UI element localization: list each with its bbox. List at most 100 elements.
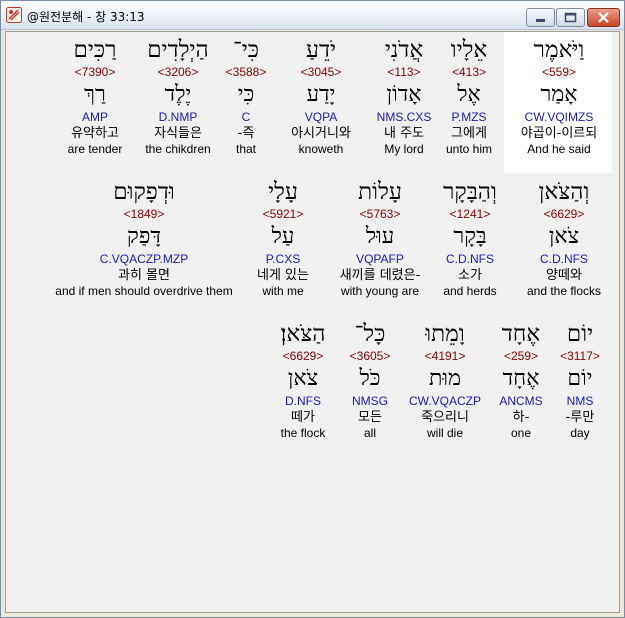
hebrew-word: אֲדֹנִי: [384, 37, 424, 63]
english-gloss: will die: [426, 426, 464, 440]
lemma-word: כִּי: [237, 82, 255, 107]
strong-number[interactable]: <3117>: [560, 348, 600, 364]
word-card[interactable]: הַצֹּאן׃ <6629> צֹאן D.NFS 떼가 the flock: [281, 320, 326, 441]
word-card[interactable]: יֹדֵעַ <3045> יָדַע VQPA 아시거니와 knoweth: [291, 36, 351, 157]
word-card[interactable]: עָלוֹת <5763> עוּל VQPAFP 새끼를 데렸은-with young…: [340, 178, 421, 299]
korean-gloss: 그에게: [451, 126, 487, 141]
english-gloss: and if men should overdrive them: [55, 284, 233, 298]
word-card[interactable]: יוֹם <3117> יוֹם NMS -루만 day: [560, 320, 600, 441]
korean-gloss: -즉: [237, 126, 255, 141]
word-card[interactable]: אֵלָיו <413> אֶל P.MZS 그에게 unto him: [446, 36, 492, 157]
morphology-code: VQPAFP: [356, 252, 404, 266]
hebrew-word: הַיְלָדִים: [147, 37, 209, 63]
hebrew-word: יֹדֵעַ: [305, 37, 337, 63]
strong-number[interactable]: <7390>: [68, 64, 123, 80]
lemma-word: עַל: [271, 224, 295, 249]
title-bar[interactable]: @원전분해 - 창 33:13: [1, 1, 624, 30]
lemma-word: אָמַר: [540, 82, 578, 107]
strong-number[interactable]: <4191>: [409, 348, 481, 364]
strong-number[interactable]: <3045>: [291, 64, 351, 80]
strong-number[interactable]: <1849>: [55, 206, 232, 222]
lemma-word: מוּת: [428, 366, 462, 391]
korean-gloss: 아시거니와: [291, 126, 351, 141]
hebrew-word: וַיֹּאמֶר: [533, 37, 585, 63]
hebrew-word: יוֹם: [566, 321, 594, 347]
word-card[interactable]: וּדְפָקוּם <1849> דָּפַק C.VQACZP.MZP 과히 몰면 a…: [55, 178, 232, 299]
english-gloss: And he said: [527, 142, 591, 156]
korean-gloss: 소가: [458, 268, 482, 283]
lemma-word: אֶל: [457, 82, 481, 107]
window-title: @원전분해 - 창 33:13: [27, 10, 145, 24]
word-card[interactable]: רַכִּים <7390> רַךְ AMP 유약하고 are tender: [68, 36, 123, 157]
morphology-code: NMSG: [352, 394, 388, 408]
close-button[interactable]: [587, 8, 620, 27]
strong-number[interactable]: <3588>: [226, 64, 267, 80]
strong-number[interactable]: <5763>: [340, 206, 421, 222]
strong-number[interactable]: <6629>: [281, 348, 326, 364]
morphology-code: ANCMS: [499, 394, 543, 408]
english-gloss: the chikdren: [145, 142, 211, 156]
korean-gloss: 네게 있는: [257, 268, 309, 283]
minimize-icon: [536, 19, 545, 22]
english-gloss: the flock: [280, 426, 326, 440]
strong-number[interactable]: <3605>: [350, 348, 391, 364]
lemma-word: יֶלֶד: [164, 82, 192, 107]
strong-number[interactable]: <259>: [499, 348, 542, 364]
hebrew-word: הַצֹּאן׃: [280, 321, 326, 347]
maximize-icon: [564, 12, 577, 23]
strong-number[interactable]: <113>: [377, 64, 432, 80]
english-gloss: My lord: [384, 142, 424, 156]
close-icon: [598, 12, 609, 23]
morphology-code: C.VQACZP.MZP: [99, 252, 189, 266]
english-gloss: one: [510, 426, 532, 440]
english-gloss: with me: [262, 284, 304, 298]
lemma-word: יוֹם: [567, 366, 593, 391]
morphology-code: CW.VQACZP: [408, 394, 482, 408]
korean-gloss: 내 주도: [383, 126, 424, 141]
word-card[interactable]: אֶחָד <259> אֶחָד ANCMS 하-one: [499, 320, 542, 441]
hebrew-word: עָלָי: [268, 179, 298, 205]
korean-gloss: 자식들은: [154, 126, 202, 141]
korean-gloss: 유약하고: [71, 126, 119, 141]
word-card[interactable]: אֲדֹנִי <113> אָדוֹן NMS.CXS 내 주도 My lord: [377, 36, 432, 157]
english-gloss: and herds: [443, 284, 497, 298]
strong-number[interactable]: <413>: [446, 64, 492, 80]
morphology-code: C.D.NFS: [446, 252, 494, 266]
word-card[interactable]: וָמֵתוּ <4191> מוּת CW.VQACZP 죽으리니 will die: [409, 320, 481, 441]
hebrew-word: וְהַצֹּאן: [538, 179, 590, 205]
lemma-word: עוּל: [365, 224, 395, 249]
korean-gloss: 양떼와: [546, 268, 582, 283]
korean-gloss: 야곱이-이르되: [520, 126, 598, 141]
strong-number[interactable]: <1241>: [443, 206, 497, 222]
lemma-word: צֹאן: [287, 366, 319, 391]
strong-number[interactable]: <559>: [521, 64, 597, 80]
lemma-word: אֶחָד: [502, 366, 540, 391]
word-card[interactable]: וְהַצֹּאן <6629> צֹאן C.D.NFS 양떼와 and the flo…: [527, 178, 601, 299]
english-gloss: that: [235, 142, 256, 156]
strong-number[interactable]: <6629>: [527, 206, 601, 222]
word-card[interactable]: כִּי־ <3588> כִּי C -즉 that: [226, 36, 267, 157]
korean-gloss: 하-: [512, 410, 530, 425]
korean-gloss: -루만: [565, 410, 595, 425]
hebrew-word: וּדְפָקוּם: [113, 179, 175, 205]
hebrew-word: וְהַבָּקָר: [443, 179, 497, 205]
word-card[interactable]: וַיֹּאמֶר <559> אָמַר CW.VQIMZS 야곱이-이르되 And h…: [521, 36, 597, 157]
verse-analysis-panel: וַיֹּאמֶר <559> אָמַר CW.VQIMZS 야곱이-이르되 And h…: [5, 31, 620, 613]
morphology-code: AMP: [81, 110, 109, 124]
word-card[interactable]: עָלָי <5921> עַל P.CXS 네게 있는 with me: [257, 178, 309, 299]
word-card[interactable]: הַיְלָדִים <3206> יֶלֶד D.NMP 자식들은 the chikdr…: [145, 36, 210, 157]
korean-gloss: 모든: [358, 410, 382, 425]
hebrew-word: עָלוֹת: [358, 179, 402, 205]
morphology-code: C: [241, 110, 251, 124]
hebrew-word: כִּי־: [232, 37, 260, 63]
maximize-button[interactable]: [556, 8, 585, 27]
lemma-word: יָדַע: [306, 82, 336, 107]
word-card[interactable]: וְהַבָּקָר <1241> בָּקָר C.D.NFS 소가 and herds: [443, 178, 497, 299]
lemma-word: כֹּל: [359, 366, 381, 391]
strong-number[interactable]: <3206>: [145, 64, 210, 80]
strong-number[interactable]: <5921>: [257, 206, 309, 222]
hebrew-word: וָמֵתוּ: [425, 321, 465, 347]
word-card[interactable]: כָּל־ <3605> כֹּל NMSG 모든 all: [350, 320, 391, 441]
lemma-word: צֹאן: [548, 224, 580, 249]
minimize-button[interactable]: [526, 8, 555, 27]
